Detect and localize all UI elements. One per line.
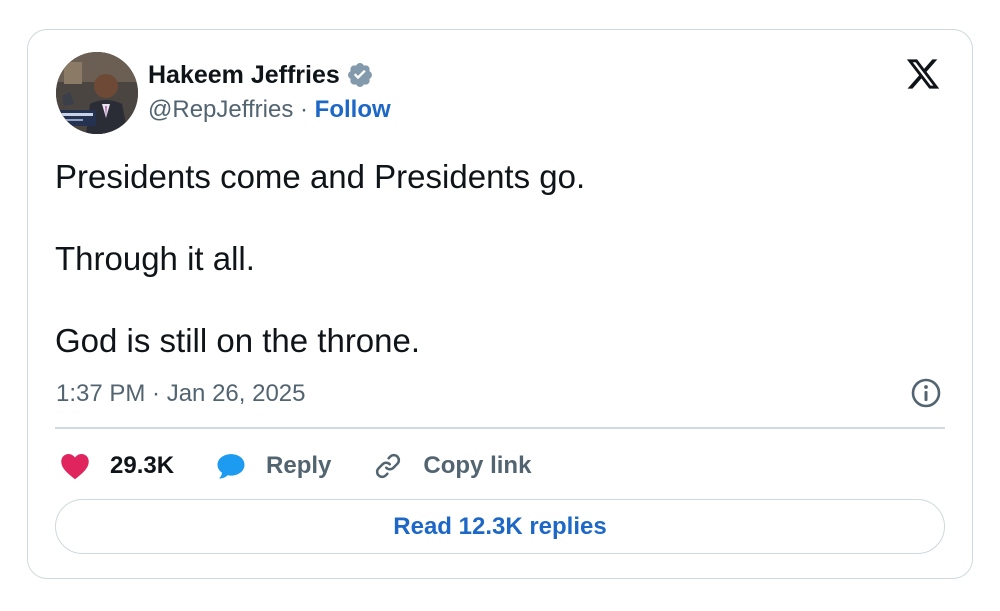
author-info: Hakeem Jeffries @RepJeffries · Follow <box>148 58 391 124</box>
author-handle[interactable]: @RepJeffries <box>148 96 293 123</box>
verified-badge-icon <box>347 63 372 87</box>
like-count: 29.3K <box>110 452 175 479</box>
author-name-row: Hakeem Jeffries <box>148 58 391 92</box>
info-icon[interactable] <box>910 377 942 409</box>
divider <box>55 427 945 429</box>
reply-button[interactable]: Reply <box>216 452 331 480</box>
follow-button[interactable]: Follow <box>315 96 391 123</box>
handle-separator: · <box>299 96 315 123</box>
avatar[interactable] <box>56 52 138 134</box>
copy-link-label: Copy link <box>423 452 532 479</box>
copy-link-button[interactable]: Copy link <box>373 451 531 481</box>
tweet-card: Hakeem Jeffries @RepJeffries · Follow Pr… <box>27 29 973 579</box>
tweet-paragraph: God is still on the throne. <box>55 322 421 359</box>
tweet-paragraph: Through it all. <box>55 240 255 277</box>
link-icon <box>376 453 401 479</box>
x-logo-icon[interactable] <box>904 56 942 92</box>
tweet-timestamp[interactable]: 1:37 PM · Jan 26, 2025 <box>56 380 306 408</box>
tweet-text: Presidents come and Presidents go. Throu… <box>55 156 585 361</box>
read-replies-button[interactable]: Read 12.3K replies <box>55 499 945 554</box>
tweet-actions: 29.3K Reply Copy link <box>60 446 573 486</box>
handle-row: @RepJeffries · Follow <box>148 96 391 124</box>
like-button[interactable]: 29.3K <box>60 452 174 480</box>
tweet-paragraph: Presidents come and Presidents go. <box>55 158 586 195</box>
speech-bubble-icon <box>217 454 245 479</box>
reply-label: Reply <box>266 452 332 479</box>
heart-icon <box>61 454 89 480</box>
author-name[interactable]: Hakeem Jeffries <box>148 61 340 90</box>
